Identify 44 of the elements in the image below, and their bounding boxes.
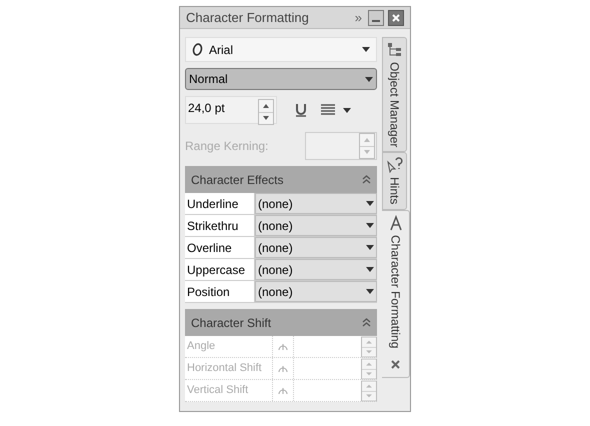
effect-dropdown[interactable]: (none) xyxy=(255,215,377,236)
dropdown-arrow-icon xyxy=(343,108,351,112)
close-button[interactable] xyxy=(388,10,404,26)
row-label: Vertical Shift xyxy=(185,380,273,401)
row-label: Horizontal Shift xyxy=(185,358,273,379)
dropdown-arrow-icon xyxy=(366,245,374,250)
style-dropdown[interactable]: Normal xyxy=(185,68,377,90)
minimize-button[interactable] xyxy=(368,10,384,26)
effect-dropdown[interactable]: (none) xyxy=(255,193,377,214)
text-fill-icon[interactable] xyxy=(319,103,337,117)
section-header[interactable]: Character Shift xyxy=(185,309,377,336)
docker-tab[interactable]: Character Formatting xyxy=(382,210,410,378)
font-dropdown[interactable]: Arial xyxy=(185,37,377,62)
shift-field[interactable] xyxy=(293,358,377,379)
letter-a-icon xyxy=(388,214,404,231)
collapse-icon[interactable] xyxy=(362,318,371,327)
dropdown-arrow-icon xyxy=(362,47,370,52)
spin-buttons[interactable] xyxy=(258,99,274,125)
shift-field[interactable] xyxy=(293,380,377,401)
dropdown-arrow-icon xyxy=(366,223,374,228)
dropdown-arrow-icon xyxy=(365,76,373,82)
close-icon xyxy=(392,14,400,22)
font-type-icon xyxy=(192,43,203,56)
shift-field[interactable] xyxy=(293,336,377,357)
tree-icon xyxy=(386,42,402,58)
docker-tab[interactable]: Object Manager xyxy=(382,37,407,152)
effect-dropdown[interactable]: (none) xyxy=(255,237,377,258)
section-header[interactable]: Character Effects xyxy=(185,166,377,193)
collapse-icon[interactable] xyxy=(362,175,371,184)
effect-dropdown[interactable]: (none) xyxy=(255,281,377,302)
field-label: Range Kerning: xyxy=(185,138,268,155)
row-label: Angle xyxy=(185,336,273,357)
size-field[interactable]: 24,0 pt xyxy=(185,96,277,124)
window-title: Character Formatting xyxy=(186,8,310,27)
dropdown-arrow-icon xyxy=(366,289,374,294)
docker-tab[interactable]: Hints xyxy=(382,152,407,210)
pointer-question-icon xyxy=(386,157,402,174)
effect-dropdown[interactable]: (none) xyxy=(255,259,377,280)
kerning-field[interactable] xyxy=(305,132,377,160)
dropdown-arrow-icon xyxy=(366,201,374,206)
overflow-button[interactable]: » xyxy=(352,8,364,28)
dropdown-arrow-icon xyxy=(366,267,374,272)
underline-icon[interactable] xyxy=(293,102,309,118)
close-icon[interactable] xyxy=(391,360,400,370)
